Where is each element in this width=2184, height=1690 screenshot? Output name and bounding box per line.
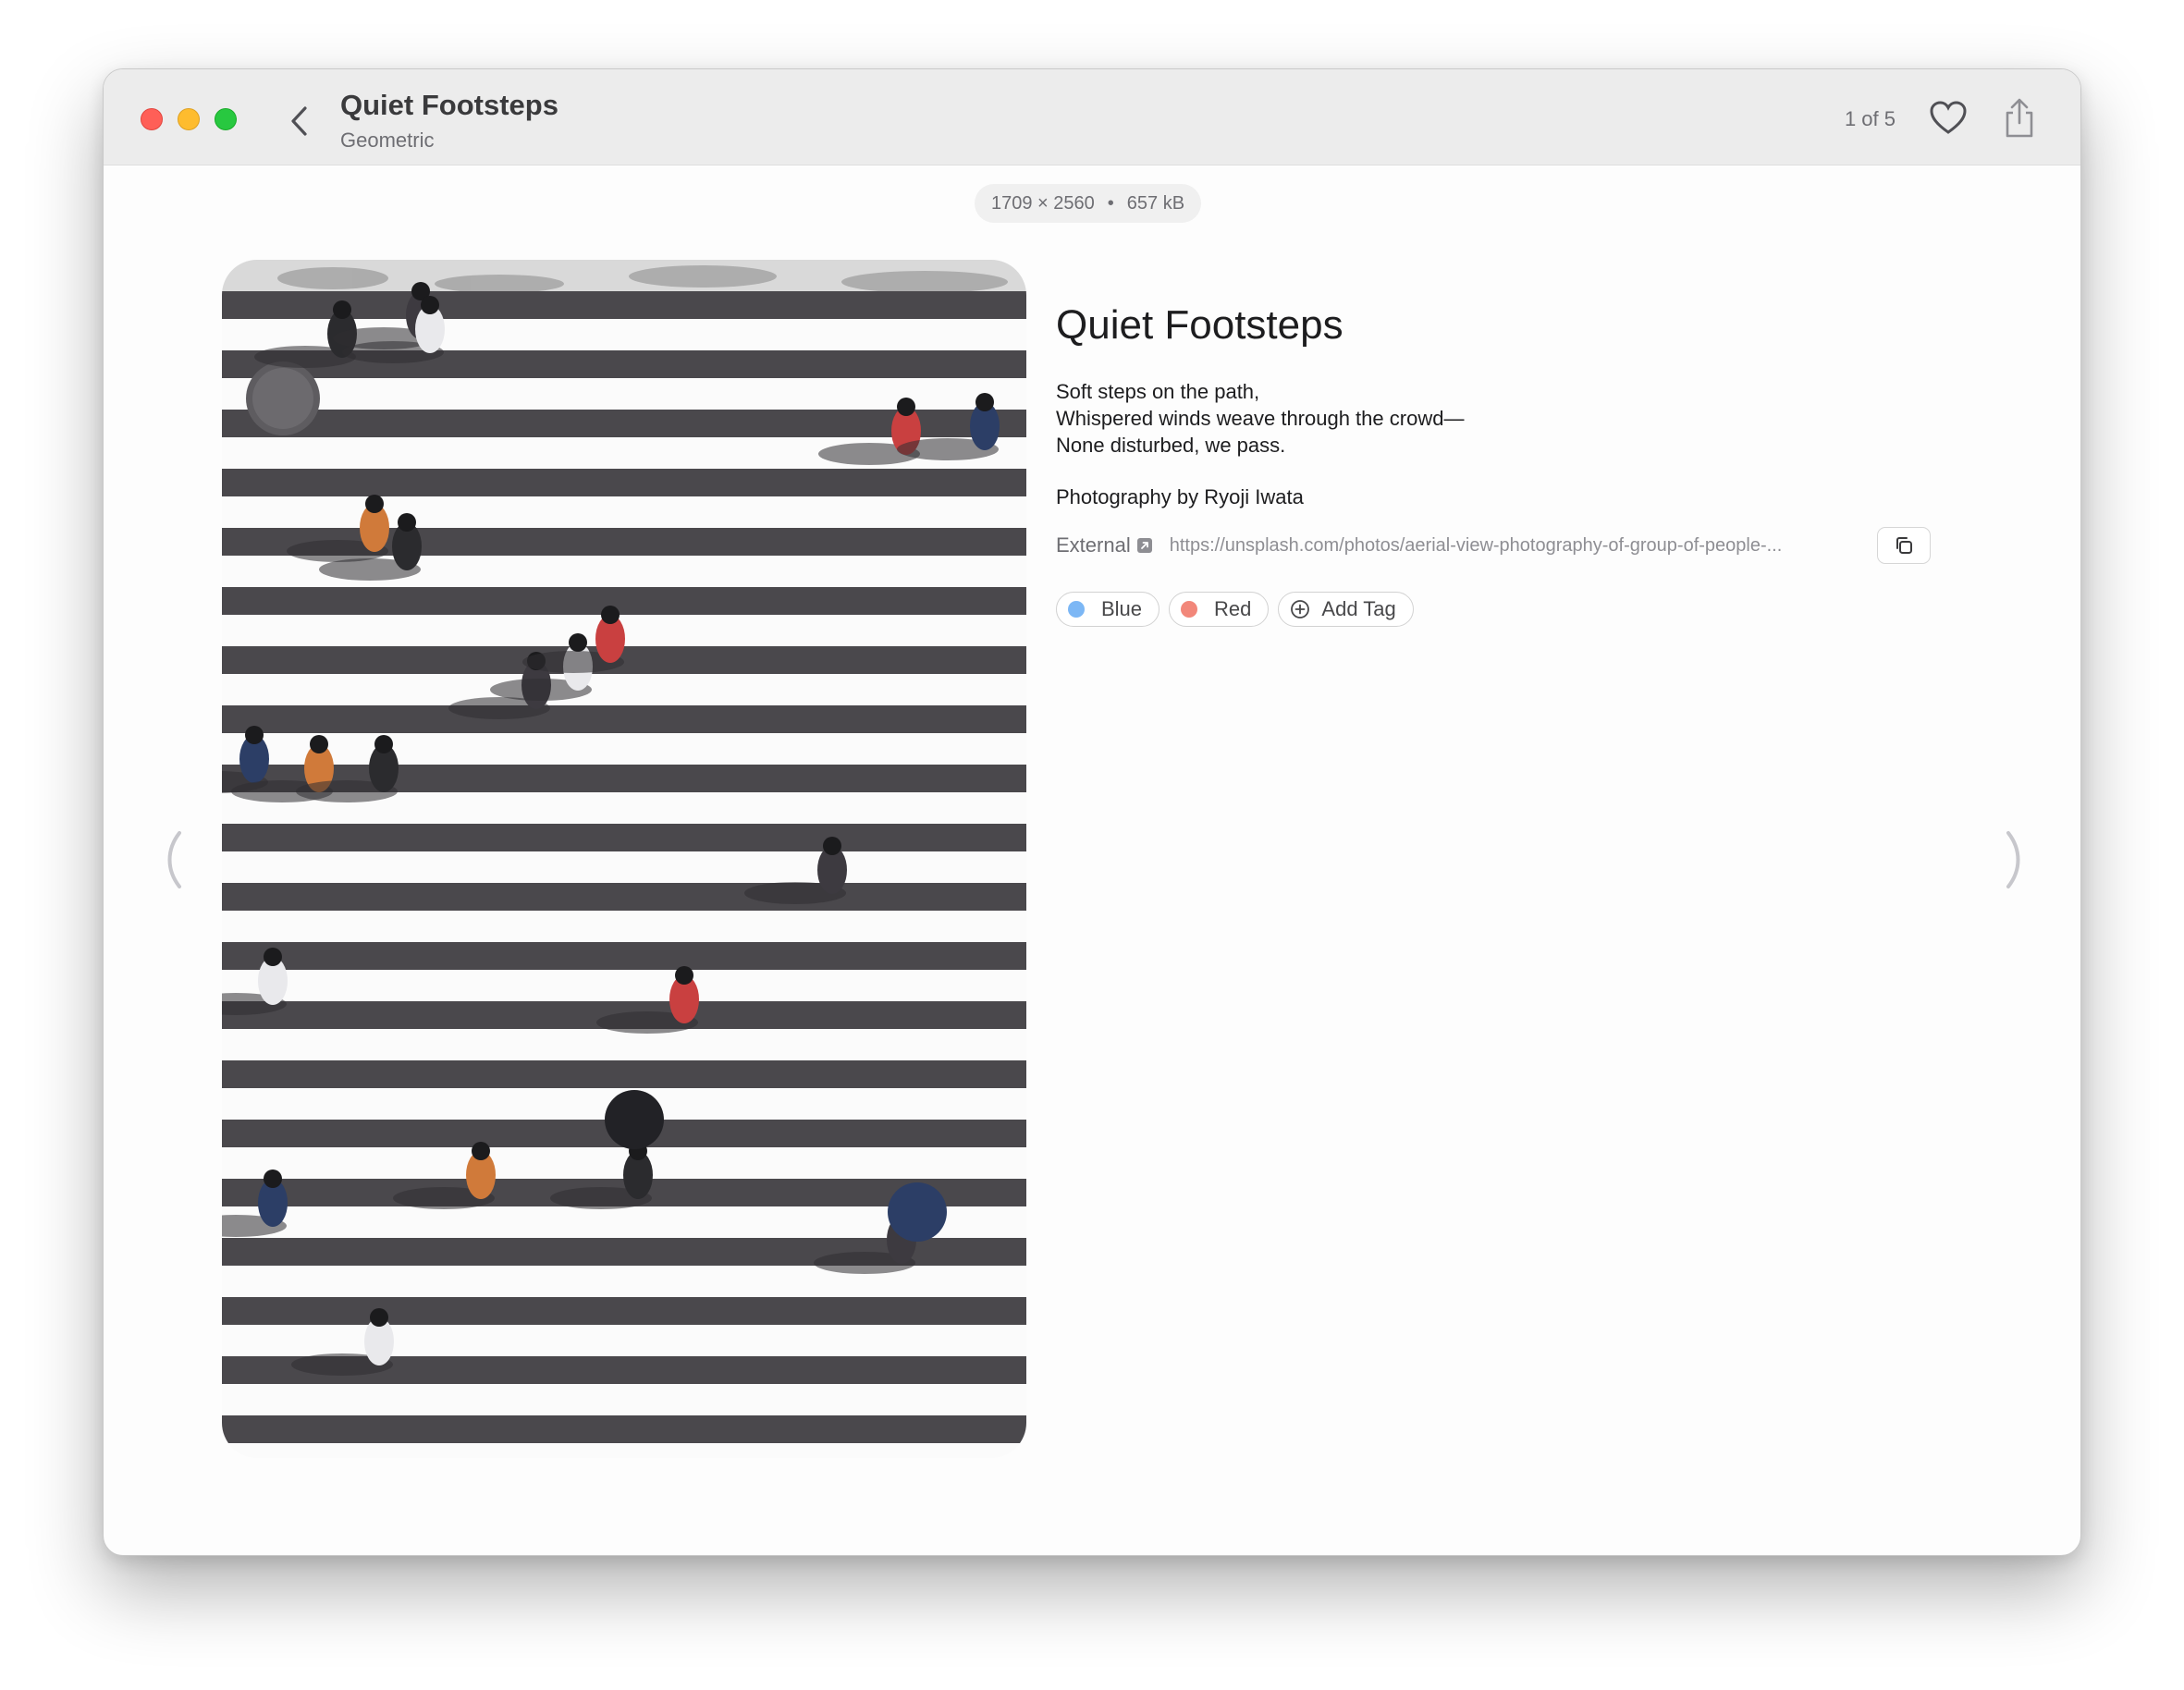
poem-line: Soft steps on the path,	[1056, 380, 1260, 403]
pedestrian-head	[333, 300, 351, 319]
pedestrian-head	[264, 948, 282, 966]
plus-circle-icon	[1291, 600, 1310, 618]
pedestrian-head	[245, 726, 264, 744]
copy-icon	[1896, 537, 1912, 554]
external-link-label: External	[1056, 533, 1131, 557]
share-button[interactable]	[2001, 97, 2038, 140]
pedestrian-head	[675, 966, 693, 985]
details-panel: Quiet Footsteps Soft steps on the path, …	[1056, 300, 1981, 627]
app-window: Quiet Footsteps Geometric 1 of 5 1709 × …	[103, 68, 2081, 1556]
image-counter: 1 of 5	[1844, 107, 1896, 130]
tag-red[interactable]: Red	[1169, 592, 1270, 627]
pedestrian-head	[472, 1142, 490, 1160]
crosswalk-stripe	[222, 587, 1026, 615]
favorite-button[interactable]	[1929, 99, 1968, 138]
maximize-window-button[interactable]	[215, 108, 237, 130]
pedestrian-head	[421, 296, 439, 314]
add-tag-label: Add Tag	[1321, 597, 1396, 620]
pedestrian-head	[370, 1308, 388, 1327]
pedestrian-head	[365, 495, 384, 513]
pedestrian-head	[374, 735, 393, 753]
tag-label: Red	[1214, 597, 1252, 620]
crosswalk-stripe	[222, 705, 1026, 733]
next-image-button[interactable]	[1999, 827, 2032, 892]
external-link-url[interactable]: https://unsplash.com/photos/aerial-view-…	[1170, 535, 1783, 557]
previous-image-button[interactable]	[155, 827, 189, 892]
poem: Soft steps on the path, Whispered winds …	[1056, 378, 1981, 459]
chevron-left-icon	[167, 831, 181, 888]
crosswalk-stripe	[222, 469, 1026, 496]
crosswalk-stripe	[222, 646, 1026, 674]
image-dimensions: 1709 × 2560	[991, 192, 1095, 214]
tag-color-swatch	[1181, 601, 1198, 618]
copy-link-button[interactable]	[1877, 527, 1931, 564]
pedestrian-head	[823, 837, 841, 855]
chevron-right-icon	[2006, 831, 2020, 888]
pedestrian-head	[569, 633, 587, 652]
pedestrian-head	[601, 606, 620, 624]
photo-credit: Photography by Ryoji Iwata	[1056, 485, 1304, 508]
pedestrian-head	[310, 735, 328, 753]
image-file-size: 657 kB	[1126, 192, 1185, 214]
crosswalk-stripe	[222, 824, 1026, 851]
pedestrian-head	[975, 393, 994, 411]
photo-crosswalk	[222, 260, 1026, 1458]
crosswalk-stripe	[222, 942, 1026, 970]
heart-icon	[1930, 101, 1967, 134]
poem-line: Whispered winds weave through the crowd—	[1056, 407, 1465, 430]
share-icon	[2006, 98, 2033, 138]
crosswalk-stripe	[222, 1060, 1026, 1088]
details-title: Quiet Footsteps	[1056, 302, 1344, 348]
window-title: Quiet Footsteps	[340, 89, 558, 121]
image-meta-pill: 1709 × 2560 • 657 kB	[975, 184, 1202, 223]
crosswalk-stripe	[222, 883, 1026, 911]
umbrella	[888, 1182, 947, 1242]
pedestrian-head	[264, 1170, 282, 1188]
minimize-window-button[interactable]	[178, 108, 200, 130]
pedestrian-head	[398, 513, 416, 532]
pedestrian-head	[897, 398, 915, 416]
tag-color-swatch	[1068, 601, 1085, 618]
meta-separator: •	[1107, 192, 1114, 214]
title-bar: Quiet Footsteps Geometric 1 of 5	[104, 69, 2080, 165]
tag-blue[interactable]: Blue	[1056, 592, 1160, 627]
external-link-row: External https://unsplash.com/photos/aer…	[1056, 527, 1981, 564]
umbrella	[605, 1090, 664, 1149]
crosswalk-stripe	[222, 1297, 1026, 1325]
back-button[interactable]	[281, 101, 318, 141]
close-window-button[interactable]	[141, 108, 163, 130]
poem-line: None disturbed, we pass.	[1056, 434, 1286, 457]
crosswalk-stripe	[222, 1415, 1026, 1443]
window-subtitle: Geometric	[340, 129, 435, 152]
external-link-icon[interactable]	[1136, 537, 1153, 554]
window-title-block: Quiet Footsteps Geometric	[340, 88, 558, 153]
add-tag-button[interactable]: Add Tag	[1278, 592, 1414, 627]
tag-label: Blue	[1101, 597, 1143, 620]
chevron-left-icon	[291, 106, 307, 136]
tag-list: Blue Red Add Tag	[1056, 592, 1981, 627]
